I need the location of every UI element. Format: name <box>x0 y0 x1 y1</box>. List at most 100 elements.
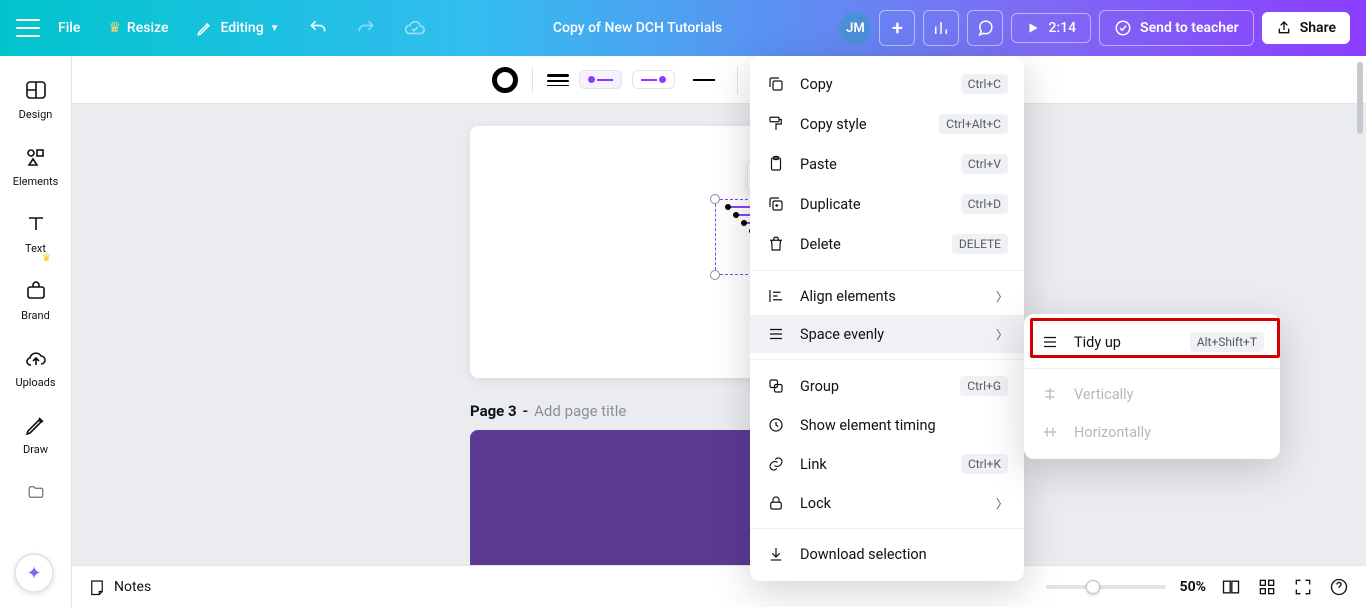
scrollbar[interactable] <box>1357 62 1363 134</box>
submenu-tidy-up[interactable]: Tidy upAlt+Shift+T <box>1024 322 1280 362</box>
keyboard-shortcut: Ctrl+D <box>961 194 1008 214</box>
zoom-slider[interactable] <box>1046 585 1166 589</box>
line-end-button[interactable] <box>632 70 675 89</box>
comment-button[interactable] <box>967 10 1003 46</box>
horizontal-icon <box>1041 423 1059 441</box>
editing-label: Editing <box>220 20 263 36</box>
menu-download-selection[interactable]: Download selection <box>750 535 1024 573</box>
pencil-icon <box>196 19 214 37</box>
chevron-right-icon: 〉 <box>996 288 1008 305</box>
sidebar-item-draw[interactable]: Draw <box>0 403 71 466</box>
lock-icon <box>767 494 785 512</box>
menu-align-elements[interactable]: Align elements 〉 <box>750 277 1024 315</box>
menu-group[interactable]: GroupCtrl+G <box>750 366 1024 406</box>
group-icon <box>767 377 785 395</box>
file-menu[interactable]: File <box>48 12 90 44</box>
menu-label: Download selection <box>800 546 1008 563</box>
magic-button[interactable]: ✦ <box>14 553 54 593</box>
page-view-icon <box>1221 577 1241 597</box>
redo-button[interactable] <box>346 10 386 46</box>
comment-icon <box>976 19 994 37</box>
editing-menu[interactable]: Editing▼ <box>186 11 289 45</box>
menu-label: Paste <box>800 156 947 173</box>
keyboard-shortcut: Ctrl+Alt+C <box>939 114 1008 134</box>
analytics-button[interactable] <box>923 10 959 46</box>
line-toolbar <box>72 56 1366 104</box>
sidebar-item-more[interactable] <box>0 470 71 514</box>
dot-icon <box>588 76 595 83</box>
menu-separator <box>750 270 1024 271</box>
menu-label: Copy <box>800 76 947 93</box>
notes-button[interactable]: Notes <box>88 578 151 596</box>
menu-copy[interactable]: CopyCtrl+C <box>750 64 1024 104</box>
top-bar: File ♛Resize Editing▼ Copy of New DCH Tu… <box>0 0 1366 56</box>
menu-label: Link <box>800 456 947 473</box>
sidebar-item-label: Uploads <box>15 376 55 389</box>
crown-icon: ♛ <box>42 253 51 264</box>
submenu-horizontally: Horizontally <box>1024 413 1280 451</box>
avatar-initials: JM <box>846 21 865 36</box>
line-start-button[interactable] <box>579 70 622 89</box>
menu-label: Duplicate <box>800 196 947 213</box>
sidebar-item-uploads[interactable]: Uploads <box>0 336 71 399</box>
chevron-right-icon: 〉 <box>996 495 1008 512</box>
menu-label: Vertically <box>1074 386 1264 403</box>
undo-button[interactable] <box>298 10 338 46</box>
timer-label: 2:14 <box>1048 20 1076 36</box>
sidebar-item-text[interactable]: Text <box>0 202 71 265</box>
dot-icon <box>659 76 666 83</box>
document-title[interactable]: Copy of New DCH Tutorials <box>553 20 722 36</box>
menu-space-evenly[interactable]: Space evenly〉 <box>750 315 1024 353</box>
page-number: Page 3 <box>470 402 517 420</box>
menu-show-timing[interactable]: Show element timing <box>750 406 1024 444</box>
tidy-icon <box>1041 333 1059 351</box>
send-to-teacher-button[interactable]: Send to teacher <box>1099 10 1254 46</box>
briefcase-icon <box>24 279 48 303</box>
grid-view-button[interactable] <box>1256 576 1278 598</box>
help-button[interactable] <box>1328 576 1350 598</box>
line-type-button[interactable] <box>685 74 723 86</box>
menu-duplicate[interactable]: Duplicate Ctrl+D <box>750 184 1024 224</box>
sidebar-item-design[interactable]: Design <box>0 68 71 131</box>
line-color-button[interactable] <box>492 67 518 93</box>
sidebar-item-label: Elements <box>13 175 59 188</box>
sidebar-item-brand[interactable]: ♛Brand <box>0 269 71 332</box>
divider <box>532 66 533 94</box>
page-title-input[interactable]: Add page title <box>534 402 626 420</box>
sidebar: Design Elements Text ♛Brand Uploads Draw <box>0 56 72 607</box>
present-button[interactable]: 2:14 <box>1011 13 1091 43</box>
line-weight-button[interactable] <box>547 74 569 86</box>
clock-icon <box>767 416 785 434</box>
paint-roller-icon <box>767 115 785 133</box>
fullscreen-button[interactable] <box>1292 576 1314 598</box>
menu-link[interactable]: Link Ctrl+K <box>750 444 1024 484</box>
menu-separator <box>750 528 1024 529</box>
selection-handle[interactable] <box>710 194 720 204</box>
help-icon <box>1329 577 1349 597</box>
menu-copy-style[interactable]: Copy styleCtrl+Alt+C <box>750 104 1024 144</box>
sidebar-item-elements[interactable]: Elements <box>0 135 71 198</box>
menu-icon[interactable] <box>16 19 40 37</box>
share-button[interactable]: Share <box>1262 12 1350 44</box>
menu-lock[interactable]: Lock〉 <box>750 484 1024 522</box>
layout-icon <box>24 78 48 102</box>
avatar[interactable]: JM <box>839 12 871 44</box>
align-icon <box>767 287 785 305</box>
slider-thumb[interactable] <box>1086 580 1100 594</box>
menu-paste[interactable]: PasteCtrl+V <box>750 144 1024 184</box>
zoom-level[interactable]: 50% <box>1180 579 1206 595</box>
sidebar-item-label: Draw <box>23 443 48 456</box>
keyboard-shortcut: Ctrl+K <box>961 454 1008 474</box>
page-view-button[interactable] <box>1220 576 1242 598</box>
clipboard-icon <box>767 155 785 173</box>
resize-menu[interactable]: ♛Resize <box>98 12 178 44</box>
add-member-button[interactable]: + <box>879 10 915 46</box>
grid-icon <box>1257 577 1277 597</box>
menu-delete[interactable]: DeleteDELETE <box>750 224 1024 264</box>
menu-label: Horizontally <box>1074 424 1264 441</box>
cloud-sync-button[interactable] <box>394 9 436 47</box>
selection-handle[interactable] <box>710 270 720 280</box>
menu-label: Group <box>800 378 946 395</box>
menu-label: Delete <box>800 236 938 253</box>
menu-label: Align elements <box>800 288 982 305</box>
